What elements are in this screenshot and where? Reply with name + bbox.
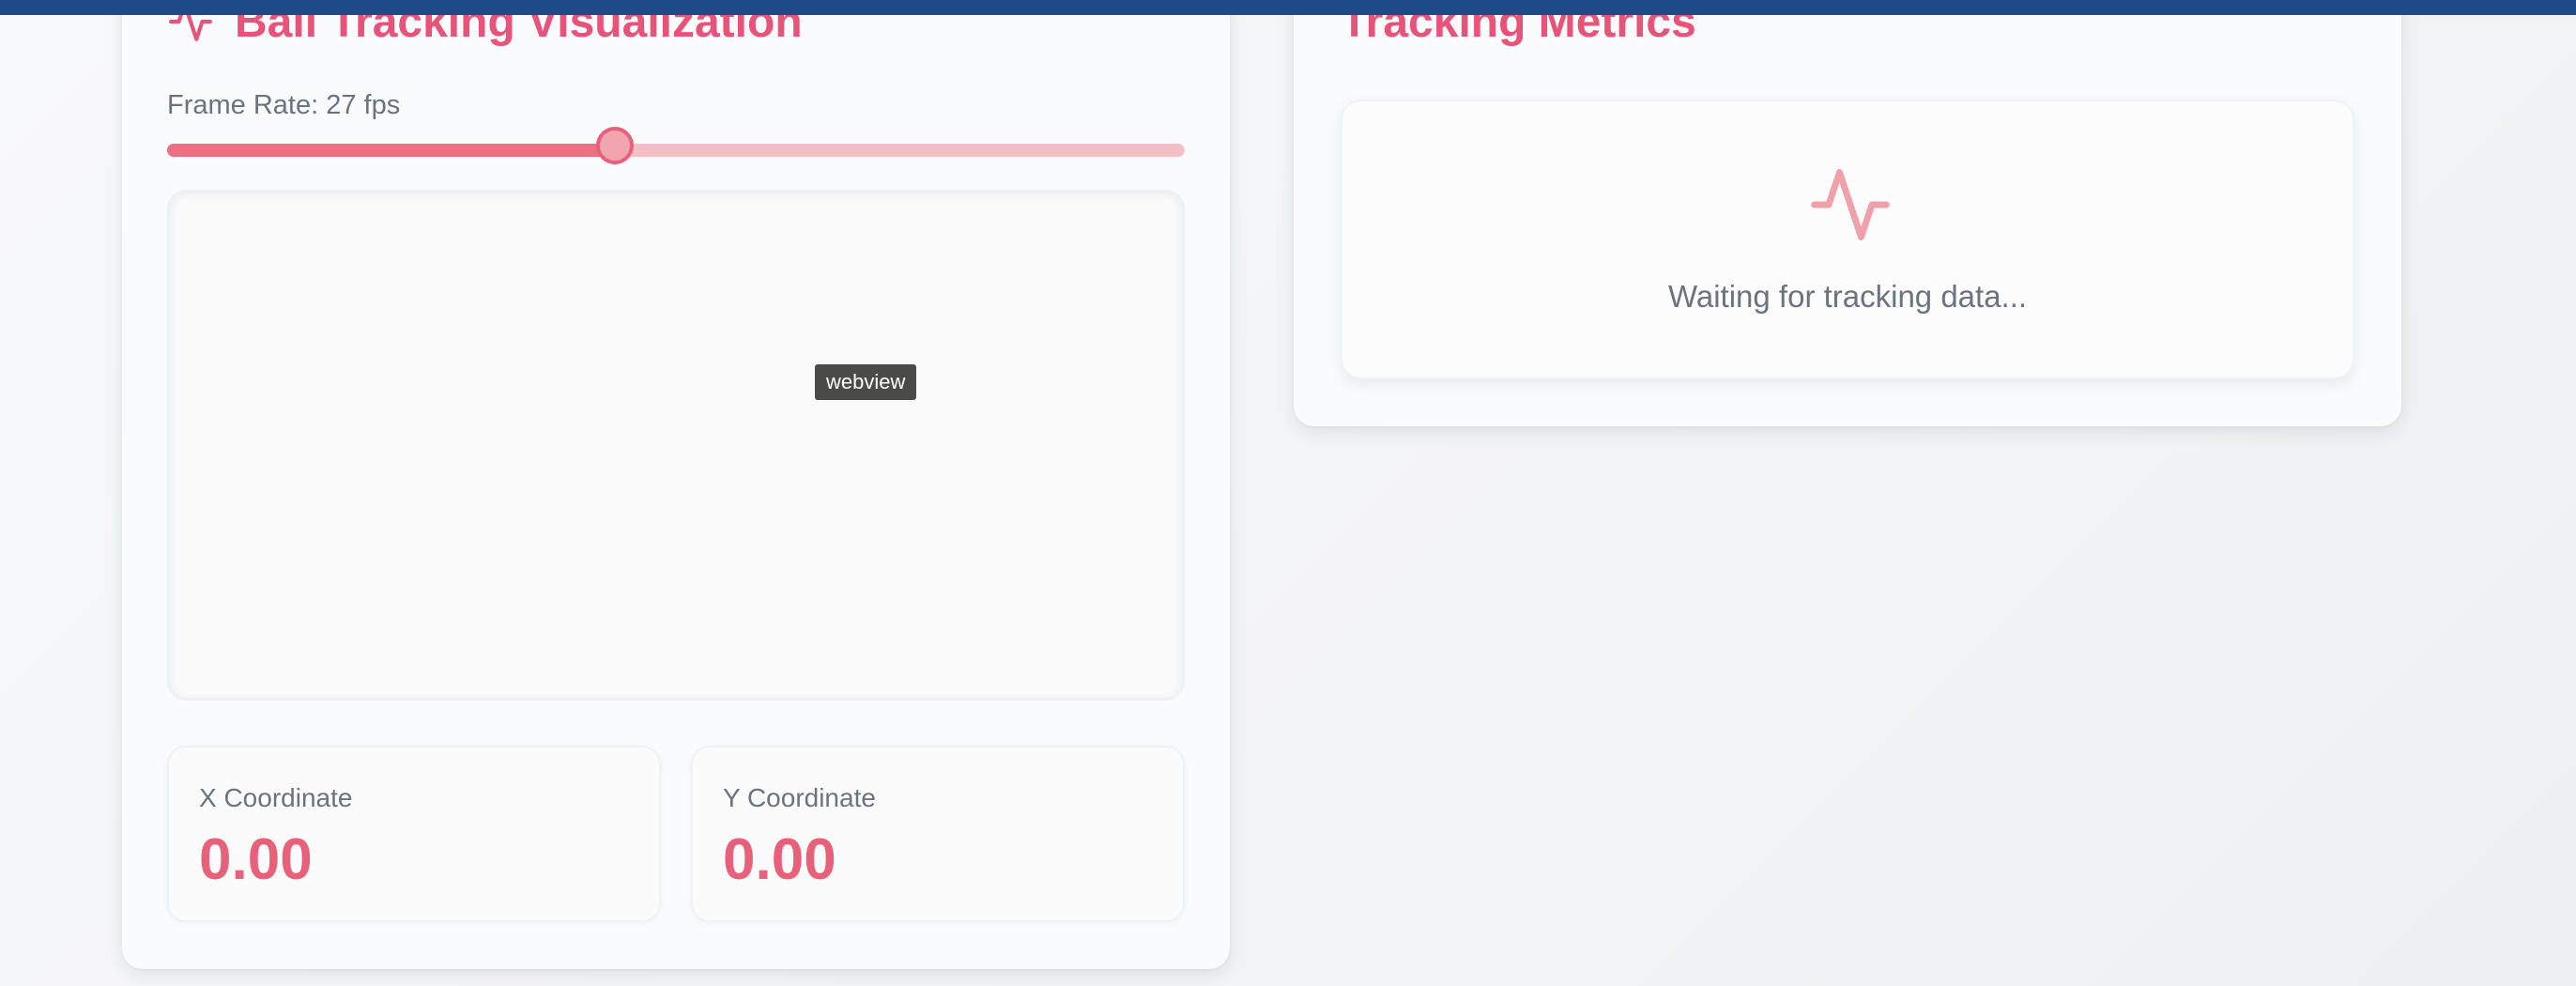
x-coordinate-box: X Coordinate 0.00 xyxy=(167,746,661,922)
metrics-card: Tracking Metrics Waiting for tracking da… xyxy=(1294,0,2401,426)
frame-rate-slider-thumb[interactable] xyxy=(595,127,634,164)
frame-rate-label: Frame Rate: 27 fps xyxy=(167,90,401,120)
activity-pulse-icon xyxy=(1811,169,1890,240)
tracking-canvas[interactable]: webview xyxy=(167,190,1185,701)
metrics-empty-state: Waiting for tracking data... xyxy=(1341,100,2354,379)
y-coordinate-value: 0.00 xyxy=(723,827,836,892)
frame-rate-slider-fill xyxy=(167,144,615,157)
x-coordinate-label: X Coordinate xyxy=(199,783,353,812)
webview-tooltip: webview xyxy=(815,364,917,400)
frame-rate-slider[interactable] xyxy=(167,127,1185,164)
visualization-card: Ball Tracking Visualization Frame Rate: … xyxy=(122,0,1230,969)
y-coordinate-label: Y Coordinate xyxy=(723,783,876,812)
waiting-message: Waiting for tracking data... xyxy=(1667,279,2028,314)
y-coordinate-box: Y Coordinate 0.00 xyxy=(691,746,1185,922)
window-top-strip xyxy=(0,0,2576,15)
x-coordinate-value: 0.00 xyxy=(199,827,313,892)
